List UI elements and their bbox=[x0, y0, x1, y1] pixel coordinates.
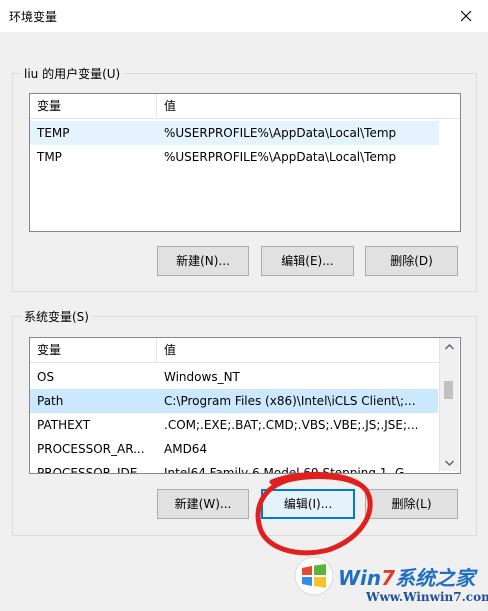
table-row[interactable]: OS Windows_NT bbox=[30, 365, 438, 389]
table-row-selected[interactable]: Path C:\Program Files (x86)\Intel\iCLS C… bbox=[30, 389, 438, 413]
variable-name: PATHEXT bbox=[37, 418, 91, 432]
variable-value: %USERPROFILE%\AppData\Local\Temp bbox=[164, 150, 397, 164]
windows-logo-icon bbox=[294, 556, 334, 596]
variable-name: TEMP bbox=[37, 126, 70, 140]
table-row[interactable]: PATHEXT .COM;.EXE;.BAT;.CMD;.VBS;.VBE;.J… bbox=[30, 413, 438, 437]
close-icon bbox=[460, 10, 472, 22]
list-header: 变量 值 bbox=[30, 338, 460, 363]
table-row[interactable]: TMP %USERPROFILE%\AppData\Local\Temp bbox=[30, 145, 439, 169]
column-header-variable[interactable]: 变量 bbox=[30, 338, 157, 362]
system-variables-legend: 系统变量(S) bbox=[21, 308, 92, 325]
variable-name: OS bbox=[37, 370, 55, 384]
column-header-value[interactable]: 值 bbox=[157, 338, 437, 362]
column-header-value[interactable]: 值 bbox=[157, 94, 437, 118]
brand-digit: 7 bbox=[381, 566, 396, 590]
scroll-up-button[interactable] bbox=[440, 338, 459, 355]
variable-value: Intel64 Family 6 Model 69 Stepping 1, G.… bbox=[164, 466, 416, 474]
table-row[interactable]: PROCESSOR_AR... AMD64 bbox=[30, 437, 438, 461]
system-delete-button[interactable]: 删除(L) bbox=[365, 489, 458, 519]
system-edit-button[interactable]: 编辑(I)... bbox=[261, 489, 355, 519]
scroll-down-button[interactable] bbox=[440, 454, 459, 471]
variable-name: PROCESSOR_AR... bbox=[37, 442, 145, 456]
user-new-button[interactable]: 新建(N)... bbox=[157, 246, 249, 276]
chevron-down-icon bbox=[445, 460, 454, 466]
chevron-up-icon bbox=[445, 343, 454, 349]
variable-value: %USERPROFILE%\AppData\Local\Temp bbox=[164, 126, 397, 140]
system-variables-list[interactable]: 变量 值 OS Windows_NT Path C:\Program Files… bbox=[29, 337, 461, 474]
table-row[interactable]: PROCESSOR_IDE... Intel64 Family 6 Model … bbox=[30, 461, 438, 474]
variable-name: TMP bbox=[37, 150, 62, 164]
watermark-brand: Win7系统之家 bbox=[338, 562, 475, 591]
variable-value: C:\Program Files (x86)\Intel\iCLS Client… bbox=[164, 394, 416, 408]
user-variables-legend: liu 的用户变量(U) bbox=[21, 65, 124, 82]
variable-value: AMD64 bbox=[164, 442, 208, 456]
variable-name: Path bbox=[37, 394, 64, 408]
window-title: 环境变量 bbox=[9, 10, 58, 24]
close-button[interactable] bbox=[444, 0, 488, 32]
variable-name: PROCESSOR_IDE... bbox=[37, 466, 149, 474]
watermark-url: Www.Winwin7.com bbox=[366, 590, 488, 604]
system-new-button[interactable]: 新建(W)... bbox=[157, 489, 249, 519]
variable-value: .COM;.EXE;.BAT;.CMD;.VBS;.VBE;.JS;.JSE;.… bbox=[164, 418, 419, 432]
list-header: 变量 值 bbox=[30, 94, 460, 119]
scroll-thumb[interactable] bbox=[444, 381, 453, 399]
column-header-variable[interactable]: 变量 bbox=[30, 94, 157, 118]
environment-variables-dialog: 环境变量 liu 的用户变量(U) 变量 值 TEMP %USERPROFILE… bbox=[0, 0, 488, 611]
win7-watermark: Win7系统之家 Www.Winwin7.com bbox=[292, 552, 488, 611]
brand-suffix: 系统之家 bbox=[395, 566, 476, 590]
user-variables-list[interactable]: 变量 值 TEMP %USERPROFILE%\AppData\Local\Te… bbox=[29, 93, 461, 232]
user-delete-button[interactable]: 删除(D) bbox=[365, 246, 458, 276]
vertical-scrollbar[interactable] bbox=[439, 338, 459, 471]
brand-prefix: Win bbox=[338, 566, 382, 590]
table-row[interactable]: TEMP %USERPROFILE%\AppData\Local\Temp bbox=[30, 121, 439, 145]
variable-value: Windows_NT bbox=[164, 370, 240, 384]
user-edit-button[interactable]: 编辑(E)... bbox=[261, 246, 354, 276]
title-bar: 环境变量 bbox=[0, 0, 488, 32]
